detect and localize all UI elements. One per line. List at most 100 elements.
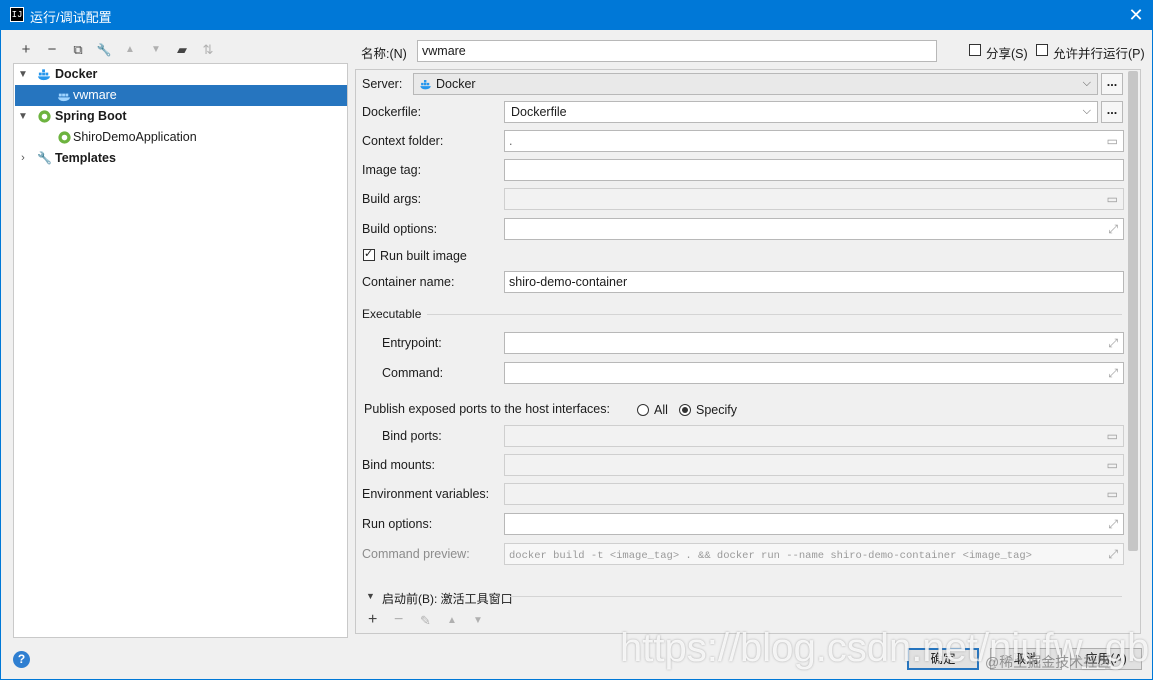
wrench-icon: 🔧 xyxy=(37,151,52,165)
entrypoint-label: Entrypoint: xyxy=(382,336,442,350)
command-preview-field: docker build -t <image_tag> . && docker … xyxy=(504,543,1124,565)
build-args-label: Build args: xyxy=(362,192,422,206)
edit-task-icon[interactable]: ✎ xyxy=(420,613,431,629)
checkmark-icon: ✓ xyxy=(364,248,374,260)
tree-node-spring-boot[interactable]: ▼ Spring Boot xyxy=(15,106,347,127)
move-up-icon: ▲ xyxy=(125,44,135,55)
expand-icon[interactable]: ⤢ xyxy=(1108,336,1118,351)
run-built-image-checkbox[interactable]: ✓ xyxy=(363,248,375,261)
bind-ports-field[interactable]: ▭ xyxy=(504,425,1124,447)
entrypoint-field[interactable]: ⤢ xyxy=(504,332,1124,354)
command-preview-label: Command preview: xyxy=(362,547,470,561)
folder-icon[interactable]: ▭ xyxy=(1107,487,1118,501)
command-preview-value: docker build -t <image_tag> . && docker … xyxy=(509,550,1032,562)
folder-icon[interactable]: ▭ xyxy=(1107,429,1118,443)
dockerfile-value: Dockerfile xyxy=(511,105,567,119)
publish-specify-radio[interactable] xyxy=(679,404,691,416)
publish-ports-label: Publish exposed ports to the host interf… xyxy=(364,402,610,416)
edit-defaults-button[interactable]: 🔧 xyxy=(93,40,115,60)
publish-all-label: All xyxy=(654,403,668,417)
move-up-button[interactable]: ▲ xyxy=(119,40,141,60)
image-tag-field[interactable] xyxy=(504,159,1124,181)
tree-node-docker[interactable]: ▼ Docker xyxy=(15,64,347,85)
sort-button[interactable]: ⇅ xyxy=(197,40,219,60)
build-options-field[interactable]: ⤢ xyxy=(504,218,1124,240)
expand-icon[interactable]: ⤢ xyxy=(1108,366,1118,381)
dockerfile-label: Dockerfile: xyxy=(362,105,422,119)
expand-icon[interactable]: ⤢ xyxy=(1108,547,1118,562)
tree-node-vwmare[interactable]: vwmare xyxy=(15,85,347,106)
tree-label-vwmare: vwmare xyxy=(73,88,117,102)
tree-node-shiro-demo-application[interactable]: ShiroDemoApplication xyxy=(15,127,347,148)
move-down-button[interactable]: ▼ xyxy=(145,40,167,60)
bind-mounts-field[interactable]: ▭ xyxy=(504,454,1124,476)
server-browse-button[interactable]: ... xyxy=(1101,73,1123,95)
spring-boot-icon xyxy=(38,110,51,123)
executable-section-label: Executable xyxy=(362,307,422,321)
folder-icon[interactable]: ▭ xyxy=(1107,134,1118,148)
publish-specify-label: Specify xyxy=(696,403,737,417)
add-icon: + xyxy=(21,41,31,58)
environment-variables-label: Environment variables: xyxy=(362,487,490,501)
add-task-icon[interactable]: + xyxy=(368,611,377,629)
tree-label-shiro: ShiroDemoApplication xyxy=(73,130,197,144)
copy-configuration-button[interactable]: ⧉ xyxy=(67,40,89,60)
add-configuration-button[interactable]: + xyxy=(15,40,37,60)
move-up-icon[interactable]: ▲ xyxy=(447,615,457,626)
wrench-icon: 🔧 xyxy=(96,43,112,57)
chevron-down-icon[interactable]: ▼ xyxy=(17,106,29,127)
dockerfile-browse-button[interactable]: ... xyxy=(1101,101,1123,123)
executable-separator xyxy=(427,314,1122,315)
new-folder-icon: ▰ xyxy=(177,42,187,57)
collapse-triangle-icon[interactable]: ▼ xyxy=(366,591,375,601)
new-folder-button[interactable]: ▰ xyxy=(171,40,193,60)
name-label: 名称:(N) xyxy=(361,47,407,61)
sort-icon: ⇅ xyxy=(202,42,214,57)
dockerfile-combobox[interactable]: Dockerfile ⌵ xyxy=(504,101,1098,123)
remove-task-icon[interactable]: − xyxy=(394,611,403,629)
docker-icon xyxy=(37,69,51,81)
build-args-field[interactable]: ▭ xyxy=(504,188,1124,210)
container-name-field[interactable]: shiro-demo-container xyxy=(504,271,1124,293)
remove-configuration-button[interactable]: − xyxy=(41,40,63,60)
panel-scrollbar[interactable] xyxy=(1128,71,1138,551)
run-options-label: Run options: xyxy=(362,517,433,531)
context-folder-label: Context folder: xyxy=(362,134,444,148)
run-options-field[interactable]: ⤢ xyxy=(504,513,1124,535)
move-down-icon: ▼ xyxy=(151,44,161,55)
server-combobox[interactable]: Docker ⌵ xyxy=(413,73,1098,95)
environment-variables-field[interactable]: ▭ xyxy=(504,483,1124,505)
command-label: Command: xyxy=(382,366,444,380)
server-value: Docker xyxy=(436,77,476,91)
window-title: 运行/调试配置 xyxy=(30,10,112,25)
share-checkbox[interactable] xyxy=(969,44,981,56)
help-button[interactable]: ? xyxy=(13,651,30,668)
tree-label-templates: Templates xyxy=(55,151,116,165)
allow-parallel-label: 允许并行运行(P) xyxy=(1053,47,1145,61)
expand-icon[interactable]: ⤢ xyxy=(1108,222,1118,237)
folder-icon[interactable]: ▭ xyxy=(1107,192,1118,206)
container-name-label: Container name: xyxy=(362,275,455,289)
before-launch-separator xyxy=(510,596,1122,597)
server-label: Server: xyxy=(362,77,403,91)
bind-mounts-label: Bind mounts: xyxy=(362,458,435,472)
remove-icon: − xyxy=(47,41,57,58)
allow-parallel-checkbox[interactable] xyxy=(1036,44,1048,56)
command-field[interactable]: ⤢ xyxy=(504,362,1124,384)
close-window-button[interactable]: ✕ xyxy=(1124,4,1148,26)
expand-icon[interactable]: ⤢ xyxy=(1108,517,1118,532)
bind-ports-label: Bind ports: xyxy=(382,429,442,443)
share-label: 分享(S) xyxy=(986,47,1028,61)
move-down-icon[interactable]: ▼ xyxy=(473,615,483,626)
publish-all-radio[interactable] xyxy=(637,404,649,416)
context-folder-field[interactable]: . ▭ xyxy=(504,130,1124,152)
folder-icon[interactable]: ▭ xyxy=(1107,458,1118,472)
copy-icon: ⧉ xyxy=(73,42,83,57)
build-options-label: Build options: xyxy=(362,222,438,236)
tree-node-templates[interactable]: › 🔧 Templates xyxy=(15,148,347,169)
chevron-down-icon[interactable]: ▼ xyxy=(17,64,29,85)
name-input[interactable]: vwmare xyxy=(417,40,937,62)
tree-label-docker: Docker xyxy=(55,67,98,81)
configuration-tree: ▼ Docker vwmare ▼ Spring Boot ShiroDemoA… xyxy=(13,63,348,638)
chevron-right-icon[interactable]: › xyxy=(17,148,29,169)
